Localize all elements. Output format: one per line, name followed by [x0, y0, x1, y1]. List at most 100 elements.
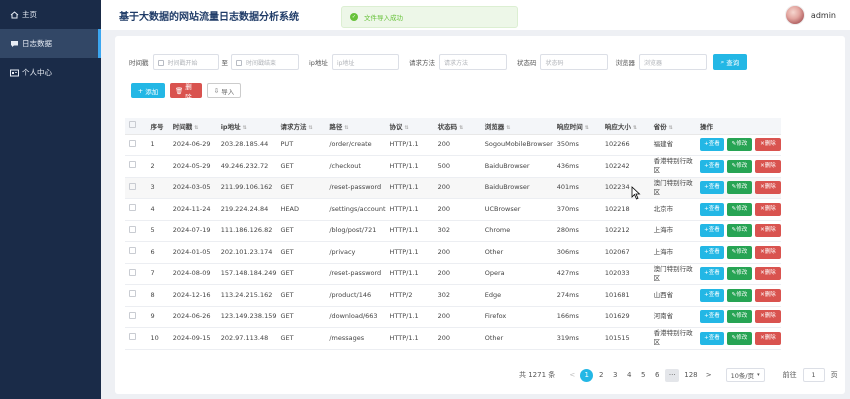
row-checkbox-cell[interactable] [125, 155, 147, 178]
row-checkbox[interactable] [129, 139, 136, 147]
table-row[interactable]: 9 2024-06-26 123.149.238.159 GET/download/6… [125, 306, 781, 328]
table-row[interactable]: 3 2024-03-05 211.99.106.162 GET/reset-passw… [125, 177, 781, 199]
select-all-checkbox-cell[interactable] [125, 118, 147, 135]
delete-button[interactable]: ✕ 删除 [754, 331, 781, 345]
table-row[interactable]: 6 2024-01-05 202.101.23.174 GET/privacy HTTP… [125, 241, 781, 264]
time-end-input[interactable]: 时间戳结束 [231, 54, 299, 70]
edit-button[interactable]: ✎ 修改 [726, 224, 752, 238]
view-button[interactable]: + 查看 [699, 224, 724, 238]
page-2[interactable]: 2 [595, 369, 607, 382]
import-button[interactable]: ⇩ 导入 [207, 83, 241, 98]
edit-button[interactable]: ✎ 修改 [726, 181, 752, 195]
delete-button[interactable]: ✕ 删除 [754, 202, 781, 216]
page-5[interactable]: 5 [637, 369, 649, 382]
delete-button[interactable]: ✕ 删除 [754, 159, 781, 173]
row-checkbox[interactable] [129, 225, 136, 233]
sidebar-item-home[interactable]: 主页 [0, 0, 101, 29]
delete-button[interactable]: ✕ 删除 [754, 138, 781, 152]
view-button[interactable]: + 查看 [699, 331, 724, 345]
view-button[interactable]: + 查看 [699, 267, 724, 281]
sort-icon[interactable]: ⇅ [506, 125, 510, 131]
edit-button[interactable]: ✎ 修改 [726, 202, 752, 216]
delete-button[interactable]: ✕ 删除 [754, 224, 781, 238]
page-1[interactable]: 1 [580, 368, 594, 382]
avatar[interactable] [784, 5, 805, 25]
row-checkbox-cell[interactable] [125, 134, 147, 156]
row-checkbox-cell[interactable] [125, 177, 147, 199]
col-province[interactable]: 省份 ⇅ [649, 118, 696, 135]
row-checkbox-cell[interactable] [125, 306, 147, 328]
sort-icon[interactable]: ⇅ [243, 125, 247, 131]
page-6[interactable]: 6 [651, 369, 663, 382]
row-checkbox-cell[interactable] [125, 241, 147, 264]
edit-button[interactable]: ✎ 修改 [726, 331, 752, 345]
delete-button[interactable]: ✕ 删除 [754, 288, 781, 302]
edit-button[interactable]: ✎ 修改 [726, 288, 752, 302]
page-4[interactable]: 4 [623, 369, 635, 382]
sort-icon[interactable]: ⇅ [344, 125, 348, 131]
view-button[interactable]: + 查看 [699, 159, 724, 173]
page-3[interactable]: 3 [609, 369, 621, 382]
col-path[interactable]: 路径 ⇅ [325, 118, 386, 135]
delete-button[interactable]: ✕ 删除 [754, 181, 781, 195]
sort-icon[interactable]: ⇅ [194, 125, 198, 131]
more-pages-button[interactable]: ··· [665, 368, 680, 382]
row-checkbox[interactable] [129, 333, 136, 341]
table-row[interactable]: 1 2024-06-29 203.28.185.44 PUT/order/create… [125, 134, 781, 156]
table-row[interactable]: 10 2024-09-15 202.97.113.48 GET/messages HTT… [125, 327, 781, 350]
row-checkbox[interactable] [129, 268, 136, 276]
next-page-button[interactable]: > [703, 369, 715, 382]
col-protocol[interactable]: 协议 ⇅ [385, 118, 434, 135]
sidebar-item-log-data[interactable]: 日志数据 [0, 29, 101, 58]
row-checkbox[interactable] [129, 290, 136, 298]
col-browser[interactable]: 浏览器 ⇅ [480, 118, 553, 135]
time-start-input[interactable]: 时间戳开始 [152, 54, 219, 70]
ip-input[interactable]: ip地址 [331, 54, 399, 70]
col-response-size[interactable]: 响应大小 ⇅ [600, 118, 650, 135]
row-checkbox-cell[interactable] [125, 263, 147, 285]
col-response-time[interactable]: 响应时间 ⇅ [552, 118, 601, 135]
table-row[interactable]: 5 2024-07-19 111.186.126.82 GET/blog/post/7… [125, 220, 781, 242]
page-size-select[interactable]: 10条/页 ▾ [725, 368, 765, 382]
prev-page-button[interactable]: < [566, 369, 578, 382]
table-row[interactable]: 8 2024-12-16 113.24.215.162 GET/product/146… [125, 284, 781, 307]
row-checkbox[interactable] [129, 182, 136, 190]
user-menu[interactable]: admin [784, 5, 836, 25]
view-button[interactable]: + 查看 [699, 288, 724, 302]
view-button[interactable]: + 查看 [699, 245, 724, 259]
sort-icon[interactable]: ⇅ [309, 125, 313, 131]
view-button[interactable]: + 查看 [699, 181, 724, 195]
row-checkbox[interactable] [129, 247, 136, 255]
col-timestamp[interactable]: 时间戳 ⇅ [168, 118, 217, 135]
view-button[interactable]: + 查看 [699, 202, 724, 216]
view-button[interactable]: + 查看 [699, 138, 724, 152]
edit-button[interactable]: ✎ 修改 [726, 245, 752, 259]
delete-button[interactable]: ✕ 删除 [754, 245, 781, 259]
sort-icon[interactable]: ⇅ [633, 125, 637, 131]
sort-icon[interactable]: ⇅ [405, 125, 409, 131]
delete-button[interactable]: ✕ 删除 [754, 267, 781, 281]
table-row[interactable]: 7 2024-08-09 157.148.184.249 GET/reset-pass… [125, 263, 781, 285]
query-button[interactable]: ⌕ 查询 [712, 54, 747, 70]
delete-button[interactable]: ✕ 删除 [754, 310, 781, 324]
table-row[interactable]: 2 2024-05-29 49.246.232.72 GET/checkout HTTP… [125, 155, 781, 178]
add-button[interactable]: + 添加 [131, 83, 165, 98]
sort-icon[interactable]: ⇅ [459, 125, 463, 131]
view-button[interactable]: + 查看 [699, 310, 724, 324]
edit-button[interactable]: ✎ 修改 [726, 138, 752, 152]
browser-input[interactable]: 浏览器 [638, 54, 707, 70]
row-checkbox-cell[interactable] [125, 327, 147, 350]
table-row[interactable]: 4 2024-11-24 219.224.24.84 HEAD/settings/ac… [125, 198, 781, 221]
batch-delete-button[interactable]: 🗑 删除 [170, 83, 202, 101]
row-checkbox[interactable] [129, 204, 136, 212]
row-checkbox-cell[interactable] [125, 220, 147, 242]
sort-icon[interactable]: ⇅ [585, 125, 589, 131]
sort-icon[interactable]: ⇅ [669, 125, 673, 131]
status-input[interactable]: 状态码 [540, 54, 609, 70]
goto-page-input[interactable]: 1 [802, 368, 825, 382]
row-checkbox-cell[interactable] [125, 284, 147, 307]
edit-button[interactable]: ✎ 修改 [726, 159, 752, 173]
row-checkbox-cell[interactable] [125, 198, 147, 221]
method-input[interactable]: 请求方法 [438, 54, 507, 70]
edit-button[interactable]: ✎ 修改 [726, 310, 752, 324]
